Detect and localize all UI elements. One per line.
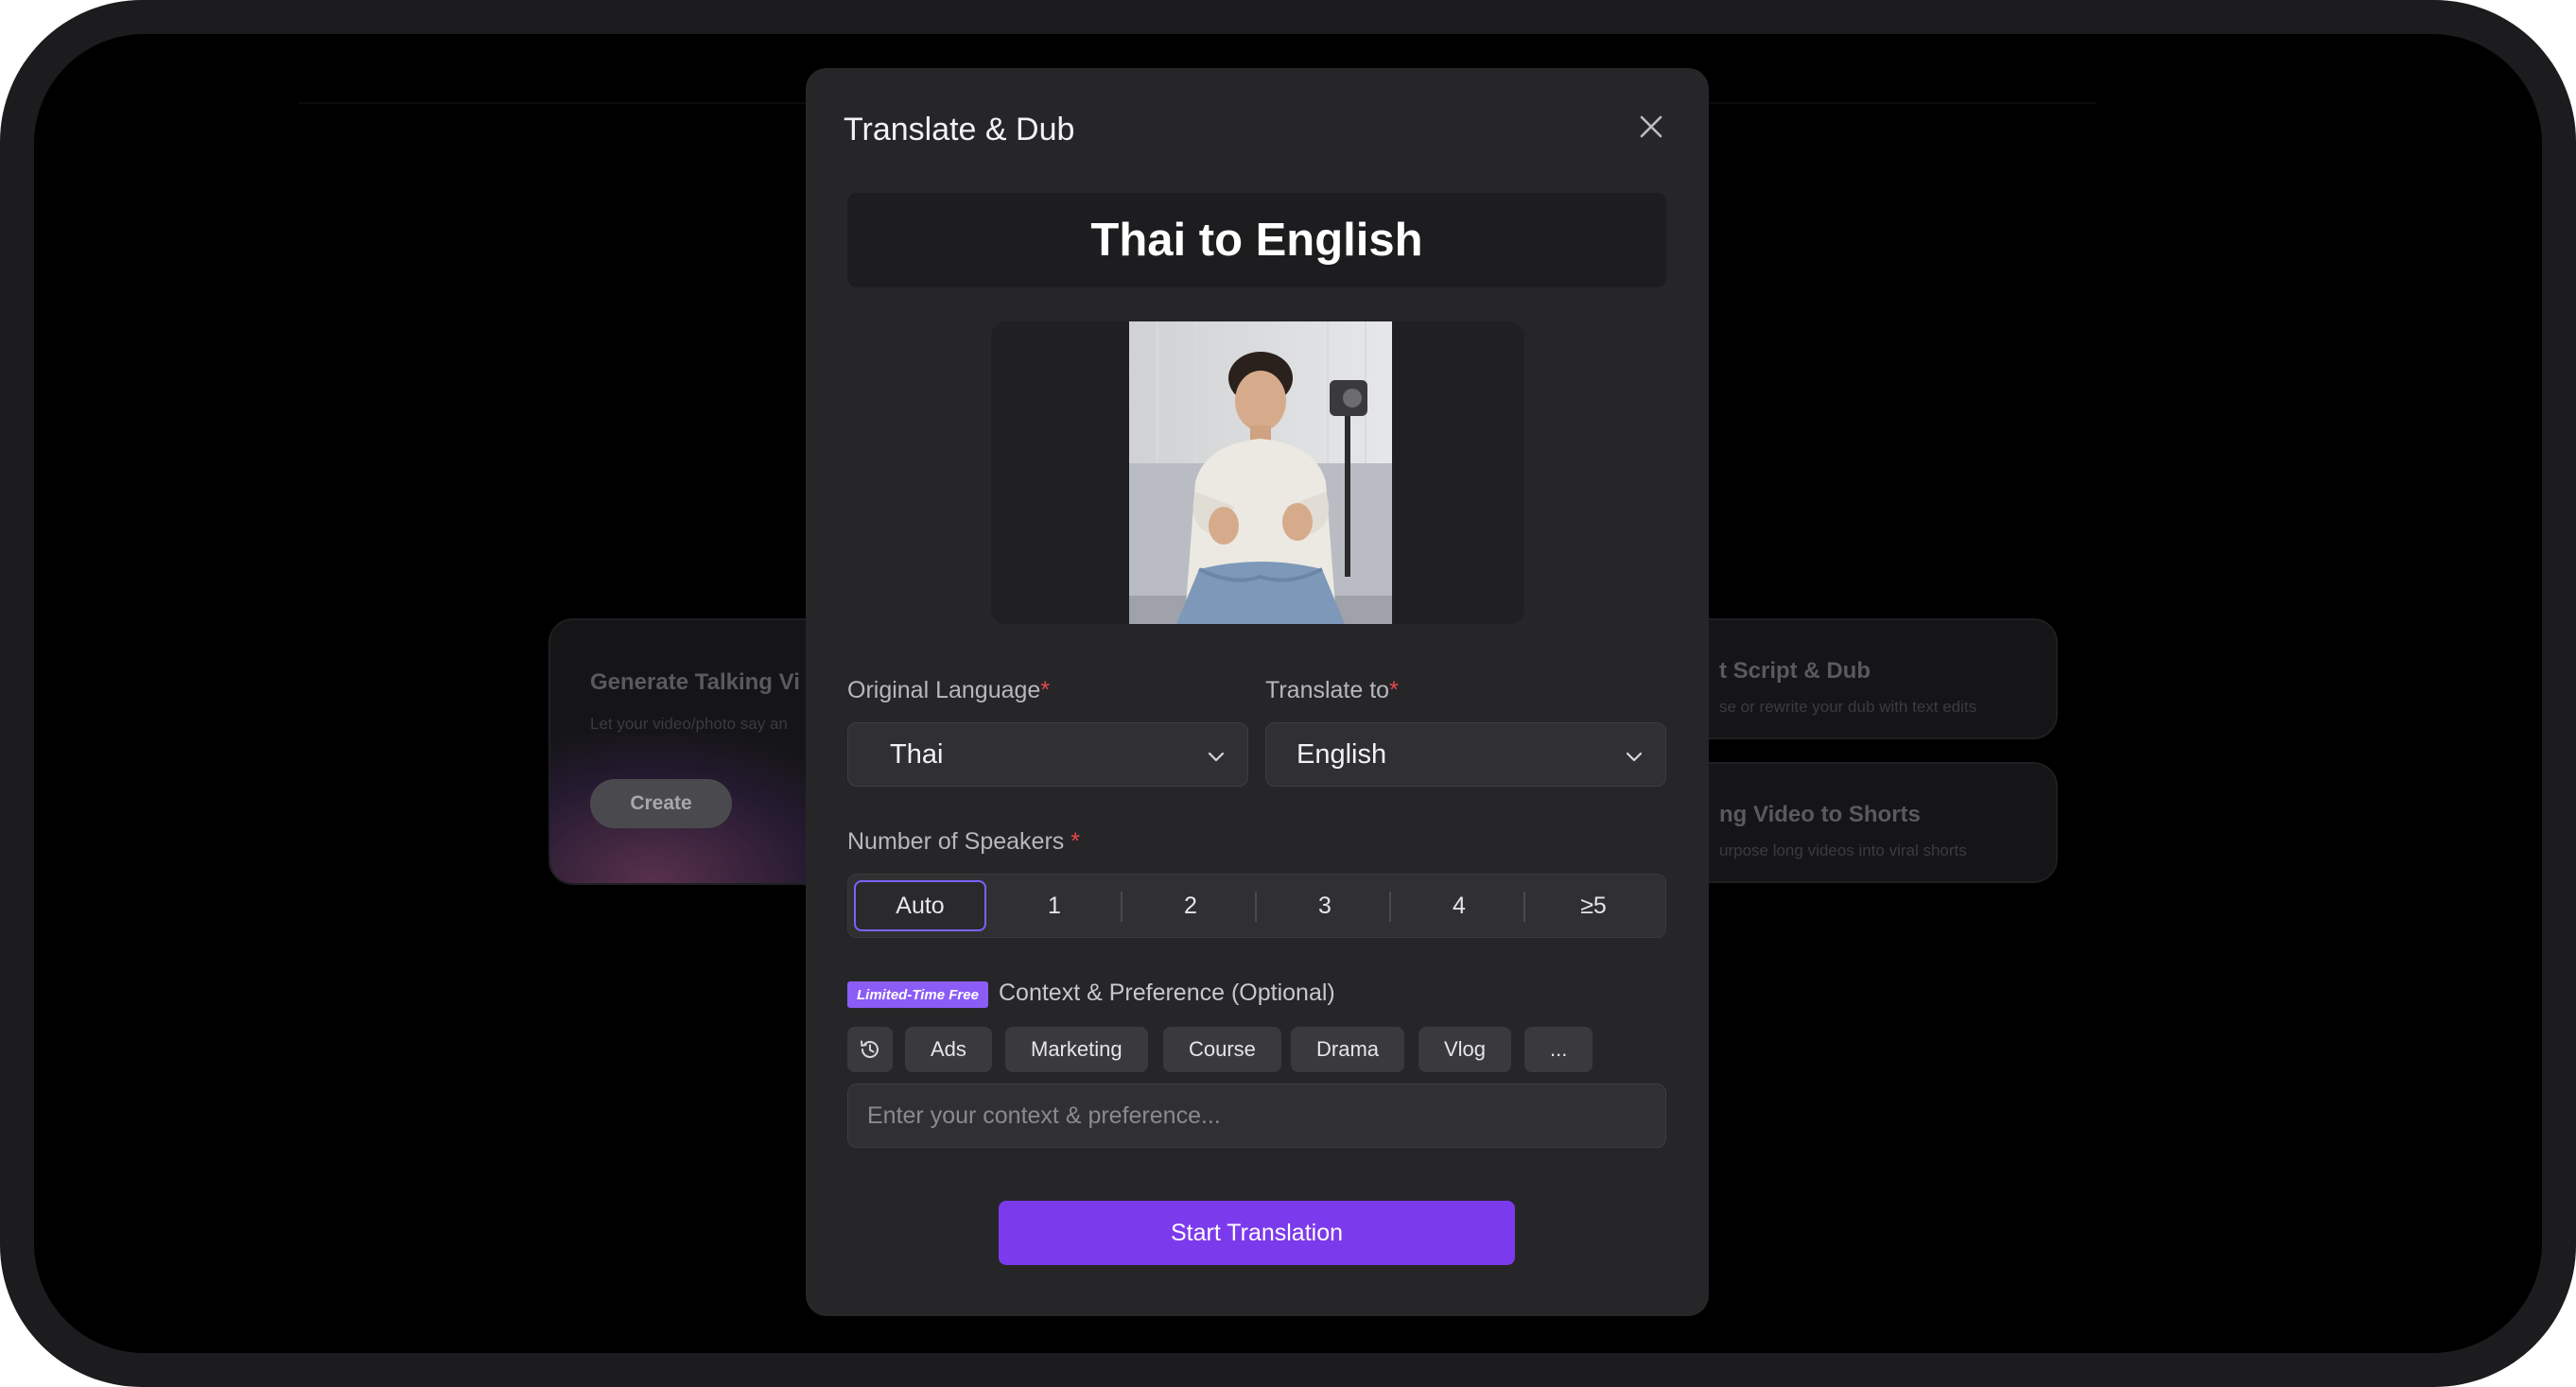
speaker-option-4[interactable]: 4 <box>1393 880 1525 931</box>
context-chip-marketing[interactable]: Marketing <box>1005 1027 1148 1072</box>
chevron-down-icon <box>1208 752 1225 762</box>
original-language-select[interactable]: Thai <box>847 722 1248 787</box>
segment-divider <box>1389 892 1391 922</box>
start-translation-button[interactable]: Start Translation <box>999 1201 1515 1265</box>
context-preference-label: Context & Preference (Optional) <box>999 980 1335 1006</box>
language-pair-banner: Thai to English <box>847 193 1666 287</box>
original-language-value: Thai <box>890 738 944 770</box>
chevron-down-icon <box>1626 752 1643 762</box>
bg-card-video-to-shorts: ng Video to Shorts urpose long videos in… <box>1680 762 2058 883</box>
segment-divider <box>1121 892 1123 922</box>
translate-to-label: Translate to* <box>1265 677 1399 703</box>
context-chip-vlog[interactable]: Vlog <box>1419 1027 1512 1072</box>
video-thumbnail <box>1129 321 1392 624</box>
close-icon[interactable] <box>1634 110 1668 144</box>
context-chip-course[interactable]: Course <box>1163 1027 1281 1072</box>
speakers-segmented-control: Auto 1 2 3 4 ≥5 <box>847 874 1666 938</box>
bg-card-description: urpose long videos into viral shorts <box>1719 841 1967 859</box>
speaker-option-1[interactable]: 1 <box>988 880 1121 931</box>
history-button[interactable] <box>847 1027 893 1072</box>
bg-card-description: Let your video/photo say an <box>590 715 788 733</box>
context-chip-drama[interactable]: Drama <box>1291 1027 1405 1072</box>
speakers-label: Number of Speakers * <box>847 828 1080 855</box>
bg-card-title: t Script & Dub <box>1719 658 1871 684</box>
required-mark: * <box>1040 677 1051 703</box>
translate-to-value: English <box>1297 738 1387 770</box>
bg-card-title: ng Video to Shorts <box>1719 802 1921 827</box>
bg-card-description: se or rewrite your dub with text edits <box>1719 698 1977 716</box>
bg-card-title: Generate Talking Vi <box>590 669 800 695</box>
required-mark: * <box>1389 677 1399 703</box>
segment-divider <box>1523 892 1525 922</box>
context-preference-input[interactable] <box>847 1084 1666 1148</box>
speaker-option-2[interactable]: 2 <box>1124 880 1257 931</box>
limited-time-free-badge: Limited-Time Free <box>847 981 988 1008</box>
translate-dub-modal: Translate & Dub Thai to English Original… <box>806 68 1709 1316</box>
required-mark: * <box>1070 828 1080 855</box>
modal-title: Translate & Dub <box>844 112 1075 147</box>
translate-to-select[interactable]: English <box>1265 722 1666 787</box>
video-preview[interactable] <box>991 321 1524 624</box>
speaker-option-3[interactable]: 3 <box>1259 880 1391 931</box>
history-icon <box>861 1040 879 1058</box>
speaker-option-5-plus[interactable]: ≥5 <box>1527 880 1660 931</box>
context-chip-more[interactable]: ... <box>1524 1027 1593 1072</box>
context-chip-ads[interactable]: Ads <box>905 1027 992 1072</box>
speaker-option-auto[interactable]: Auto <box>854 880 986 931</box>
bg-card-script-dub: t Script & Dub se or rewrite your dub wi… <box>1680 618 2058 739</box>
segment-divider <box>1255 892 1257 922</box>
create-button: Create <box>590 779 732 828</box>
original-language-label: Original Language* <box>847 677 1051 703</box>
